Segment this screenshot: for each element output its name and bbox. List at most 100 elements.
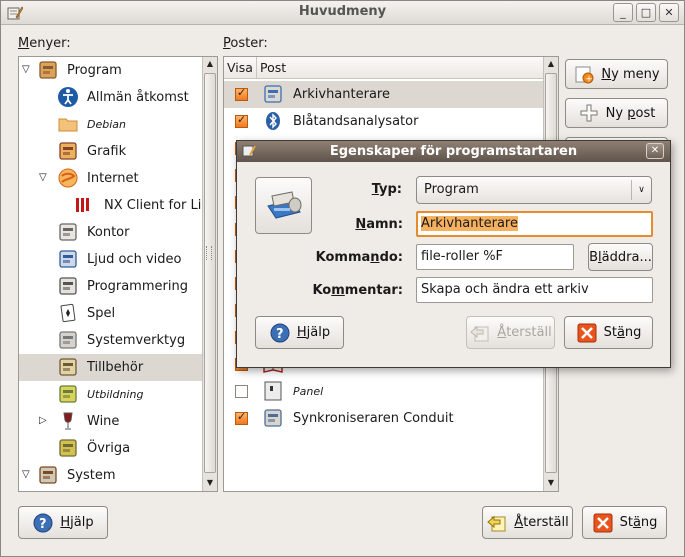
conduit-icon (264, 409, 282, 427)
show-checkbox[interactable] (235, 86, 248, 101)
menu-tree-item[interactable]: NX Client for Li (19, 192, 202, 219)
menu-tree-item[interactable]: ▽ System (19, 462, 202, 489)
accessories-icon (59, 358, 77, 376)
type-label: Typ: (371, 182, 402, 197)
office-icon (59, 223, 77, 241)
scroll-thumb[interactable] (204, 73, 216, 473)
column-header-show[interactable]: Visa (224, 57, 257, 79)
menu-tree-item-label: System (67, 467, 116, 483)
education-icon (59, 385, 77, 403)
close-window-button[interactable]: ✕ (659, 3, 679, 22)
close-button[interactable]: Stäng (582, 506, 667, 539)
scroll-up-arrow[interactable]: ▲ (544, 57, 558, 71)
maximize-button[interactable]: □ (636, 3, 656, 22)
menu-tree-item[interactable]: ▽ Internet (19, 165, 202, 192)
dialog-revert-label: Återställ (497, 325, 552, 340)
system-tools-icon (59, 331, 77, 349)
post-label: Blåtandsanalysator (293, 113, 419, 129)
dialog-revert-button[interactable]: Återställ (466, 316, 555, 349)
dialog-help-button[interactable]: ? Hjälp (255, 316, 344, 349)
post-row[interactable]: Panel (224, 378, 543, 405)
minimize-button[interactable]: _ (613, 3, 633, 22)
new-menu-icon: + (575, 66, 594, 85)
menu-tree-item[interactable]: Systemverktyg (19, 327, 202, 354)
post-row[interactable]: Synkroniseraren Conduit (224, 405, 543, 432)
show-checkbox[interactable] (235, 385, 248, 398)
menu-tree-item-label: Ljud och video (87, 251, 182, 267)
menu-tree-item-label: Debian (87, 117, 126, 131)
new-post-button[interactable]: Ny post (565, 98, 668, 128)
menu-tree-item[interactable]: Programmering (19, 273, 202, 300)
command-field[interactable]: file-roller %F (416, 244, 574, 270)
menu-tree-item[interactable]: ▽ Program (19, 57, 202, 84)
close-icon (593, 513, 613, 532)
menu-tree-item-label: Spel (87, 305, 116, 321)
post-label: Arkivhanterare (293, 86, 390, 102)
dialog-close-icon[interactable]: ✕ (646, 143, 664, 159)
games-icon (60, 303, 76, 323)
menu-tree-item[interactable]: Övriga (19, 435, 202, 462)
dialog-close-button[interactable]: Stäng (564, 316, 653, 349)
new-menu-button[interactable]: + Ny meny (565, 59, 668, 89)
help-label: Hjälp (60, 515, 94, 530)
menu-tree-scrollbar[interactable]: ▲ ▼ (202, 57, 217, 491)
name-field[interactable]: Arkivhanterare (416, 211, 653, 237)
new-post-label: Ny post (605, 105, 656, 121)
comment-field[interactable]: Skapa och ändra ett arkiv (416, 277, 653, 303)
post-label: Panel (293, 384, 324, 398)
revert-button[interactable]: Återställ (482, 506, 573, 539)
expander-expanded-icon[interactable]: ▽ (22, 64, 30, 75)
menu-tree-item[interactable]: Grafik (19, 138, 202, 165)
browse-button[interactable]: Bläddra... (588, 243, 653, 271)
menu-tree-item-label: Tillbehör (87, 359, 144, 375)
scroll-down-arrow[interactable]: ▼ (203, 476, 217, 490)
svg-text:?: ? (39, 517, 47, 532)
dialog-help-label: Hjälp (296, 325, 331, 340)
nx-client-icon (76, 198, 89, 213)
post-label: Synkroniseraren Conduit (293, 410, 454, 426)
expander-collapsed-icon[interactable]: ▷ (39, 415, 47, 426)
menu-tree-item[interactable]: Allmän åtkomst (19, 84, 202, 111)
show-checkbox[interactable] (235, 113, 248, 128)
panel-icon (264, 381, 282, 401)
menu-tree-item[interactable]: Kontor (19, 219, 202, 246)
pane-splitter[interactable] (206, 246, 212, 260)
development-icon (59, 277, 77, 295)
show-checkbox[interactable] (235, 410, 248, 425)
bluetooth-icon (266, 112, 280, 130)
revert-label: Återställ (514, 515, 569, 530)
dialog-menu-icon (242, 145, 256, 157)
post-row[interactable]: Blåtandsanalysator (224, 108, 543, 135)
launcher-properties-dialog: Egenskaper för programstartaren ✕ Typ: P… (236, 140, 671, 368)
menu-tree-item[interactable]: Utbildning (19, 381, 202, 408)
menu-tree-item[interactable]: Ljud och video (19, 246, 202, 273)
other-icon (59, 439, 77, 457)
menu-tree-item[interactable]: Debian (19, 111, 202, 138)
scroll-down-arrow[interactable]: ▼ (544, 476, 558, 490)
help-button[interactable]: ? Hjälp (18, 506, 108, 539)
system-icon (39, 466, 57, 484)
archive-manager-icon (264, 85, 282, 103)
chevron-down-icon: ∨ (631, 180, 651, 200)
menu-tree-item[interactable]: Spel (19, 300, 202, 327)
title-bar[interactable]: Huvudmeny _ □ ✕ (1, 1, 684, 25)
menu-tree-item[interactable]: ▷ Wine (19, 408, 202, 435)
posts-label: Poster: (223, 36, 268, 51)
post-row[interactable]: Arkivhanterare (224, 81, 543, 108)
dialog-close-label: Stäng (603, 325, 642, 340)
type-combobox[interactable]: Program ∨ (416, 176, 652, 204)
applications-icon (39, 61, 57, 79)
menu-tree-item[interactable]: Tillbehör (19, 354, 202, 381)
menu-tree-item-label: Övriga (87, 440, 131, 456)
svg-text:+: + (586, 75, 594, 85)
scroll-up-arrow[interactable]: ▲ (203, 57, 217, 71)
browse-label: Bläddra... (589, 249, 652, 265)
dialog-title: Egenskaper för programstartaren (329, 144, 578, 159)
menu-tree[interactable]: ▽ Program Allmän åtkomst Debian Grafik ▽ Inter… (18, 56, 218, 492)
column-header-post[interactable]: Post (257, 57, 544, 79)
expander-expanded-icon[interactable]: ▽ (22, 469, 30, 480)
help-icon: ? (33, 513, 53, 532)
close-label: Stäng (619, 515, 658, 530)
expander-expanded-icon[interactable]: ▽ (39, 172, 47, 183)
dialog-title-bar[interactable]: Egenskaper för programstartaren ✕ (237, 141, 670, 162)
